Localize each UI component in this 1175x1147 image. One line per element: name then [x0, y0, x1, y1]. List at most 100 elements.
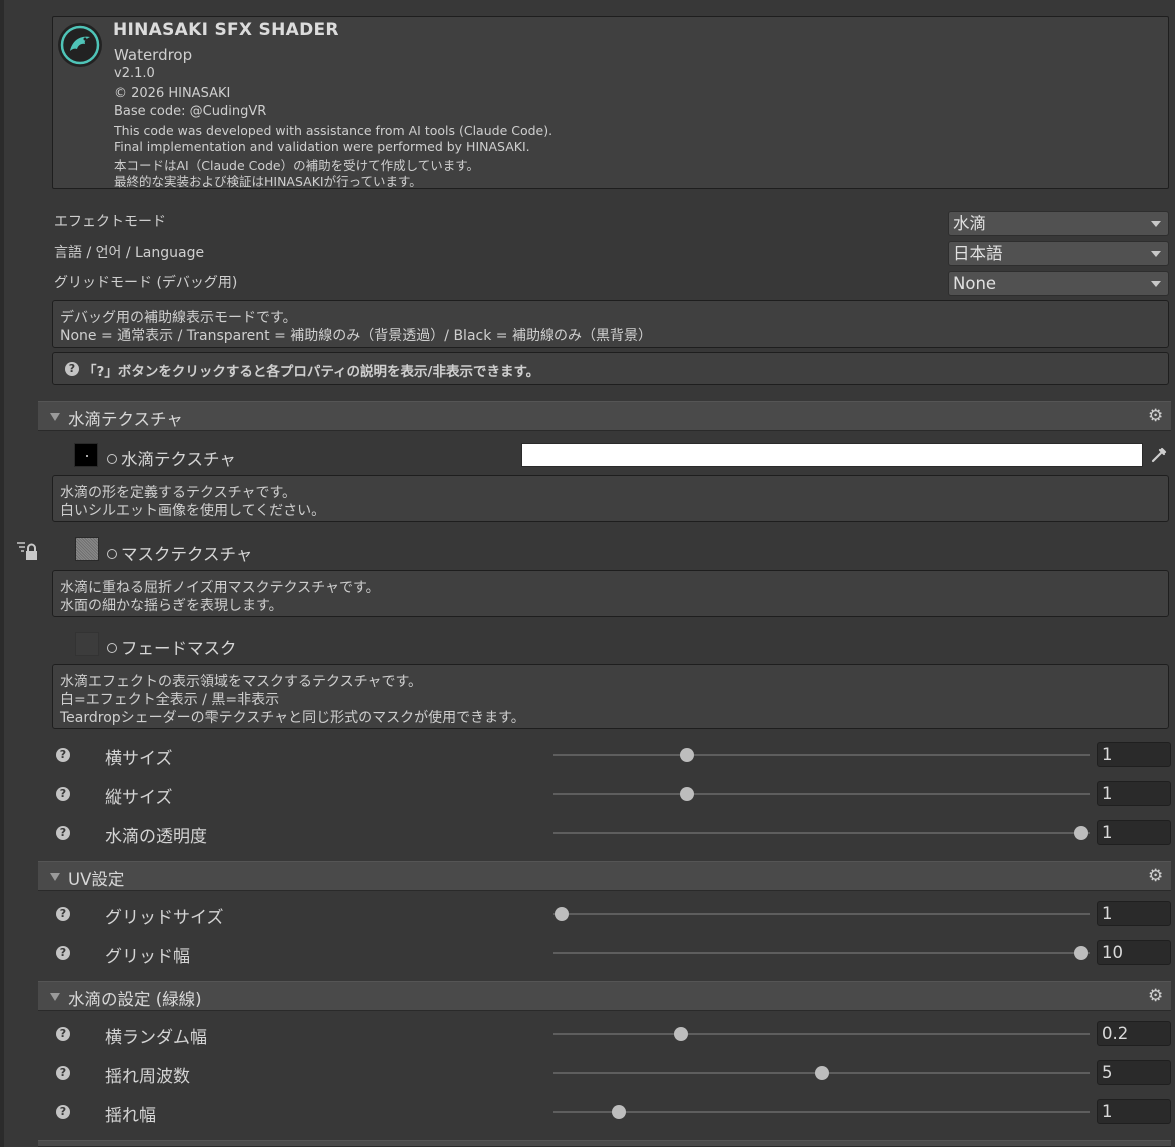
width-slider-track[interactable]	[553, 754, 1090, 756]
width-label: 横サイズ	[105, 749, 173, 769]
grid-mode-dropdown[interactable]: None	[948, 271, 1169, 296]
shader-subtitle: Waterdrop	[114, 46, 193, 64]
gear-icon[interactable]: ⚙	[1148, 988, 1165, 1005]
help-icon[interactable]: ?	[56, 946, 70, 960]
help-text: None = 通常表示 / Transparent = 補助線のみ（背景透過）/…	[60, 328, 652, 344]
effect-mode-value: 水滴	[953, 214, 986, 233]
random-width-slider-thumb[interactable]	[674, 1027, 689, 1041]
help-text: 白=エフェクト全表示 / 黒=非表示	[60, 692, 280, 708]
chevron-down-icon	[1151, 251, 1161, 257]
opacity-slider-thumb[interactable]	[1074, 826, 1088, 840]
grid-size-slider-thumb[interactable]	[555, 907, 569, 921]
copyright-text: © 2026 HINASAKI	[114, 86, 231, 101]
language-dropdown[interactable]: 日本語	[948, 241, 1169, 266]
mask-texture-help-box: 水滴に重ねる屈折ノイズ用マスクテクスチャです。 水面の細かな揺らぎを表現します。	[52, 570, 1169, 617]
width-slider-thumb[interactable]	[679, 748, 694, 762]
height-label: 縦サイズ	[105, 788, 173, 808]
mask-texture-thumbnail[interactable]	[75, 537, 99, 561]
opacity-slider-track[interactable]	[553, 832, 1090, 834]
shader-title: HINASAKI SFX SHADER	[113, 20, 339, 40]
help-text: 白いシルエット画像を使用してください。	[60, 503, 326, 519]
help-icon[interactable]: ?	[56, 748, 70, 762]
fade-mask-label: フェードマスク	[107, 635, 237, 659]
random-width-label: 横ランダム幅	[105, 1028, 207, 1048]
fade-mask-thumbnail[interactable]	[75, 632, 99, 656]
language-value: 日本語	[953, 244, 1003, 263]
ai-note-jp-2: 最終的な実装および検証はHINASAKIが行っています。	[114, 174, 422, 189]
section-uv-header[interactable]: UV設定 ⚙	[38, 861, 1171, 891]
help-icon[interactable]: ?	[56, 826, 70, 840]
foldout-arrow-icon	[50, 873, 60, 881]
section-title: 水滴テクスチャ	[68, 410, 183, 429]
opacity-label: 水滴の透明度	[105, 827, 207, 847]
gear-icon[interactable]: ⚙	[1148, 868, 1165, 885]
height-slider-thumb[interactable]	[679, 787, 694, 801]
effect-mode-label: エフェクトモード	[54, 214, 166, 230]
drop-texture-thumbnail[interactable]	[74, 443, 98, 467]
wobble-frequency-label: 揺れ周波数	[105, 1067, 190, 1087]
left-gutter	[0, 0, 4, 1147]
mask-texture-label: マスクテクスチャ	[107, 541, 252, 565]
version-text: v2.1.0	[114, 66, 155, 81]
random-width-value-field[interactable]: 0.2	[1097, 1021, 1171, 1046]
language-label: 言語 / 언어 / Language	[54, 245, 205, 261]
hinasaki-logo-icon	[58, 23, 102, 67]
grid-width-label: グリッド幅	[105, 947, 190, 967]
help-icon: ?	[65, 362, 79, 376]
eyedropper-icon[interactable]	[1147, 443, 1171, 467]
help-icon[interactable]: ?	[56, 787, 70, 801]
ai-note-en-1: This code was developed with assistance …	[114, 123, 553, 138]
foldout-arrow-icon	[50, 993, 60, 1001]
opacity-value-field[interactable]: 1	[1097, 820, 1171, 845]
grid-size-label: グリッドサイズ	[105, 908, 224, 928]
ai-note-en-2: Final implementation and validation were…	[114, 139, 530, 154]
section-next-header[interactable]	[38, 1140, 1171, 1147]
section-texture-header[interactable]: 水滴テクスチャ ⚙	[38, 401, 1171, 431]
circle-icon	[107, 643, 117, 653]
drop-texture-label: 水滴テクスチャ	[107, 446, 236, 470]
gear-icon[interactable]: ⚙	[1148, 408, 1165, 425]
help-text: 水面の細かな揺らぎを表現します。	[60, 598, 283, 614]
drop-texture-help-box: 水滴の形を定義するテクスチャです。 白いシルエット画像を使用してください。	[52, 475, 1169, 522]
color-field[interactable]	[521, 443, 1143, 467]
foldout-arrow-icon	[50, 413, 60, 421]
grid-mode-label: グリッドモード (デバッグ用)	[54, 275, 238, 291]
section-title: 水滴の設定 (緑線)	[68, 990, 202, 1009]
tip-text: 「?」ボタンをクリックすると各プロパティの説明を表示/非表示できます。	[83, 364, 540, 380]
chevron-down-icon	[1151, 221, 1161, 227]
wobble-width-value-field[interactable]: 1	[1097, 1099, 1171, 1124]
section-title: UV設定	[68, 870, 125, 889]
height-value-field[interactable]: 1	[1097, 781, 1171, 806]
help-icon[interactable]: ?	[56, 1105, 70, 1119]
width-value-field[interactable]: 1	[1097, 742, 1171, 767]
grid-width-slider-thumb[interactable]	[1074, 946, 1088, 960]
section-drop-settings-header[interactable]: 水滴の設定 (緑線) ⚙	[38, 981, 1171, 1011]
effect-mode-dropdown[interactable]: 水滴	[948, 211, 1169, 236]
height-slider-track[interactable]	[553, 793, 1090, 795]
grid-width-value-field[interactable]: 10	[1097, 940, 1171, 965]
grid-size-slider-track[interactable]	[553, 913, 1090, 915]
help-icon[interactable]: ?	[56, 907, 70, 921]
grid-width-slider-track[interactable]	[553, 952, 1090, 954]
wobble-width-slider-track[interactable]	[553, 1111, 1090, 1113]
wobble-frequency-value-field[interactable]: 5	[1097, 1060, 1171, 1085]
help-text: デバッグ用の補助線表示モードです。	[60, 310, 297, 326]
help-text: Teardropシェーダーの雫テクスチャと同じ形式のマスクが使用できます。	[60, 710, 525, 726]
wobble-width-slider-thumb[interactable]	[612, 1105, 627, 1119]
grid-size-value-field[interactable]: 1	[1097, 901, 1171, 926]
circle-icon	[107, 549, 117, 559]
chevron-down-icon	[1151, 281, 1161, 287]
help-icon[interactable]: ?	[56, 1066, 70, 1080]
lock-icon[interactable]	[15, 540, 39, 562]
help-text: 水滴に重ねる屈折ノイズ用マスクテクスチャです。	[60, 580, 380, 596]
grid-mode-help-box: デバッグ用の補助線表示モードです。 None = 通常表示 / Transpar…	[52, 300, 1169, 348]
help-text: 水滴エフェクトの表示領域をマスクするテクスチャです。	[60, 674, 423, 690]
random-width-slider-track[interactable]	[553, 1033, 1090, 1035]
fade-mask-help-box: 水滴エフェクトの表示領域をマスクするテクスチャです。 白=エフェクト全表示 / …	[52, 664, 1169, 729]
wobble-width-label: 揺れ幅	[105, 1106, 156, 1126]
help-icon[interactable]: ?	[56, 1027, 70, 1041]
help-text: 水滴の形を定義するテクスチャです。	[60, 485, 297, 501]
wobble-frequency-slider-thumb[interactable]	[814, 1066, 829, 1080]
circle-icon	[107, 454, 117, 464]
base-code-text: Base code: @CudingVR	[114, 104, 267, 119]
